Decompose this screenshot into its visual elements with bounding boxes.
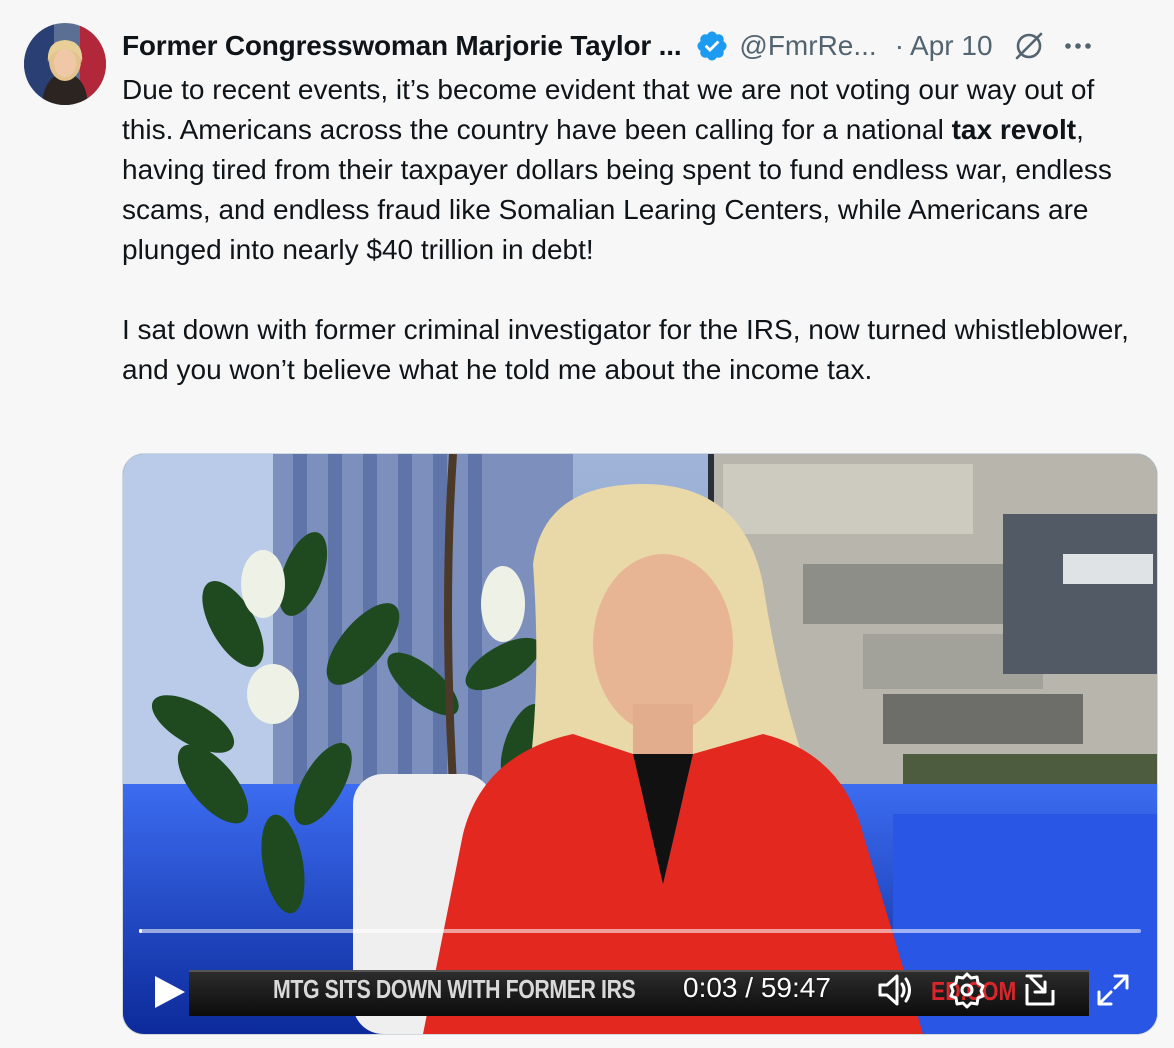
video-progress-bar[interactable]: [139, 929, 1141, 933]
video-progress-fill: [139, 929, 142, 933]
verified-badge-icon[interactable]: [695, 29, 729, 63]
duration: 59:47: [760, 972, 831, 1003]
video-player[interactable]: MTG SITS DOWN WITH FORMER IRS ED.COM 0:0…: [122, 453, 1158, 1035]
volume-icon[interactable]: [875, 970, 915, 1010]
time-separator: /: [737, 972, 761, 1003]
fullscreen-icon[interactable]: [1093, 970, 1133, 1010]
tweet-paragraph-2: I sat down with former criminal investig…: [122, 314, 1129, 385]
current-time: 0:03: [683, 972, 738, 1003]
author-name[interactable]: Former Congresswoman Marjorie Taylor ...: [122, 30, 682, 62]
avatar[interactable]: [24, 23, 106, 105]
tweet-header: Former Congresswoman Marjorie Taylor ...…: [122, 24, 1164, 68]
picture-in-picture-icon[interactable]: [1021, 970, 1061, 1010]
play-icon[interactable]: [149, 972, 189, 1012]
grok-icon[interactable]: [1011, 28, 1047, 64]
settings-gear-icon[interactable]: [947, 970, 987, 1010]
tweet-text: Due to recent events, it’s become eviden…: [122, 70, 1142, 390]
video-time: 0:03 / 59:47: [683, 972, 831, 1004]
tweet-bold-text: tax revolt: [951, 114, 1077, 145]
tweet-text-segment: Due to recent events, it’s become eviden…: [122, 74, 1095, 145]
video-frame: [123, 454, 1157, 1034]
post-date[interactable]: Apr 10: [910, 30, 993, 62]
tweet-paragraph-1: Due to recent events, it’s become eviden…: [122, 70, 1142, 270]
separator-dot: ·: [894, 30, 905, 61]
author-handle[interactable]: @FmrRe...: [739, 30, 876, 62]
more-options-icon[interactable]: [1063, 31, 1093, 61]
banner-text: MTG SITS DOWN WITH FORMER IRS: [273, 974, 636, 1004]
